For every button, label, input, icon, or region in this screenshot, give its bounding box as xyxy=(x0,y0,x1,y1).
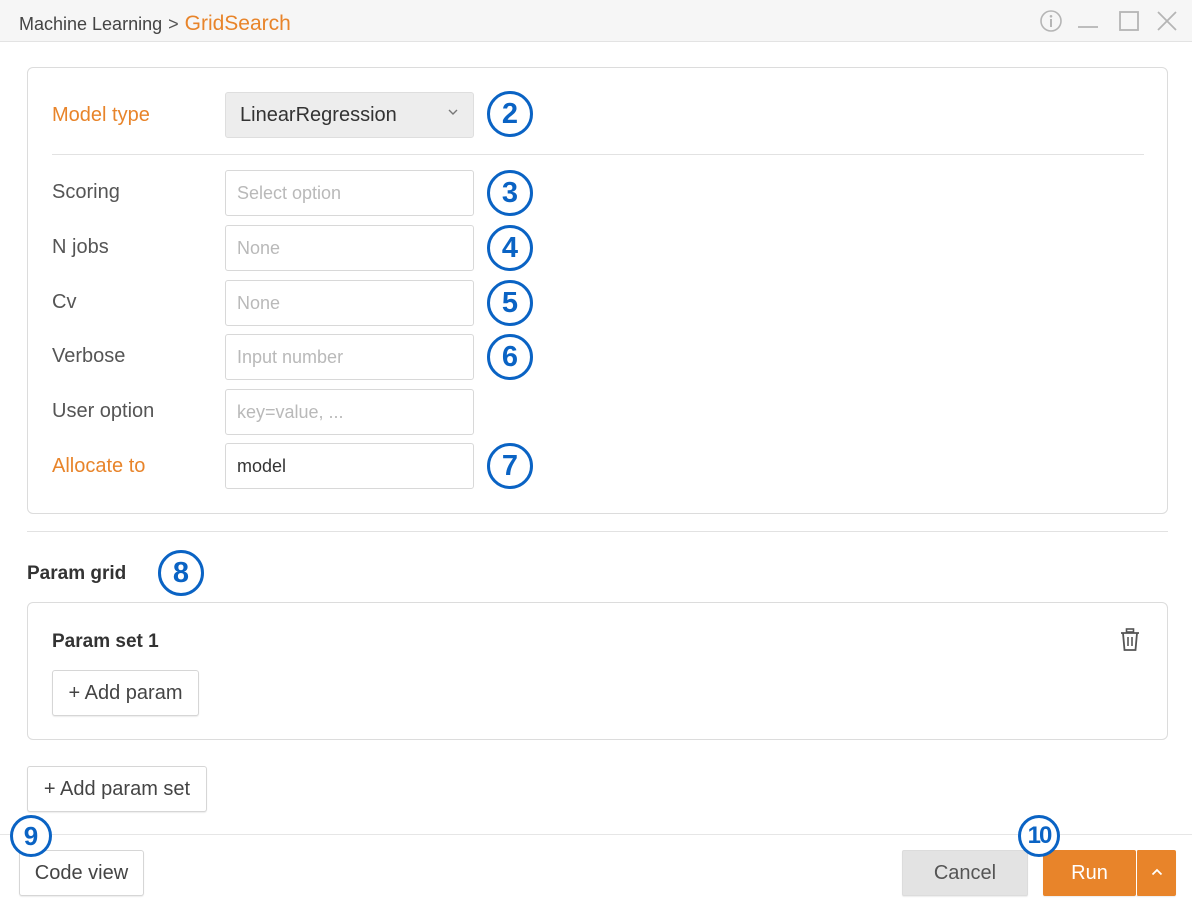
user-option-label: User option xyxy=(52,400,155,422)
param-set-title: Param set 1 xyxy=(52,631,159,652)
param-grid-title: Param grid xyxy=(27,563,127,584)
allocate-to-label: Allocate to xyxy=(52,455,146,477)
n-jobs-label: N jobs xyxy=(52,236,109,258)
callout-4: 4 xyxy=(487,225,533,271)
options-panel xyxy=(27,67,1168,514)
allocate-to-input[interactable]: model xyxy=(225,443,474,489)
section-divider xyxy=(27,531,1168,532)
breadcrumb-current: GridSearch xyxy=(184,12,291,35)
breadcrumb-parent[interactable]: Machine Learning xyxy=(19,14,162,34)
code-view-button[interactable]: Code view xyxy=(19,850,144,896)
footer-divider xyxy=(0,834,1192,835)
callout-3: 3 xyxy=(487,170,533,216)
close-icon[interactable] xyxy=(1154,8,1180,34)
callout-7: 7 xyxy=(487,443,533,489)
verbose-input[interactable]: Input number xyxy=(225,334,474,380)
model-type-label: Model type xyxy=(52,104,150,126)
callout-5: 5 xyxy=(487,280,533,326)
cv-input[interactable]: None xyxy=(225,280,474,326)
run-options-button[interactable] xyxy=(1136,850,1176,896)
scoring-label: Scoring xyxy=(52,181,120,203)
callout-8: 8 xyxy=(158,550,204,596)
n-jobs-input[interactable]: None xyxy=(225,225,474,271)
callout-10: 10 xyxy=(1018,815,1060,857)
cv-label: Cv xyxy=(52,291,77,313)
model-type-select[interactable]: LinearRegression xyxy=(225,92,474,138)
chevron-up-icon xyxy=(1150,862,1164,885)
breadcrumb: Machine Learning > GridSearch xyxy=(19,12,291,36)
run-button[interactable]: Run xyxy=(1043,850,1136,896)
minimize-icon[interactable] xyxy=(1075,8,1101,34)
model-type-value: LinearRegression xyxy=(240,103,397,126)
trash-icon[interactable] xyxy=(1118,627,1142,653)
callout-2: 2 xyxy=(487,91,533,137)
add-param-set-button[interactable]: + Add param set xyxy=(27,766,207,812)
panel-divider xyxy=(52,154,1144,155)
cancel-button[interactable]: Cancel xyxy=(902,850,1028,896)
callout-9: 9 xyxy=(10,815,52,857)
maximize-icon[interactable] xyxy=(1116,8,1142,34)
add-param-button[interactable]: + Add param xyxy=(52,670,199,716)
verbose-label: Verbose xyxy=(52,345,126,367)
breadcrumb-separator: > xyxy=(168,14,179,34)
info-icon[interactable] xyxy=(1038,8,1064,34)
chevron-down-icon xyxy=(447,106,459,121)
scoring-select[interactable]: Select option xyxy=(225,170,474,216)
user-option-input[interactable]: key=value, ... xyxy=(225,389,474,435)
callout-6: 6 xyxy=(487,334,533,380)
title-bar: Machine Learning > GridSearch xyxy=(0,0,1192,42)
